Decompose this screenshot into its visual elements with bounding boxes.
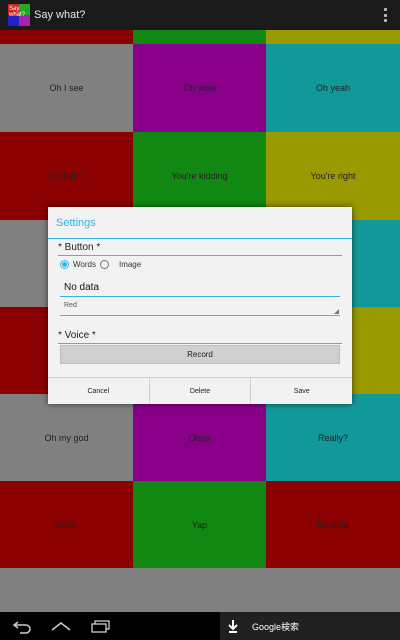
- grid-cell[interactable]: Yap: [133, 481, 266, 568]
- grid-cell[interactable]: Oh wow: [133, 44, 266, 132]
- dialog-button-bar: Cancel Delete Save: [48, 377, 352, 404]
- grid-cell[interactable]: Oops: [133, 394, 266, 481]
- grid-cell[interactable]: Wow: [0, 481, 133, 568]
- app-title: Say what?: [34, 9, 86, 21]
- save-button[interactable]: Save: [251, 378, 352, 404]
- settings-dialog: Settings * Button * Words Image Red * Vo…: [48, 207, 352, 404]
- action-bar: Say what? Say what?: [0, 0, 400, 30]
- button-section-header: * Button *: [58, 242, 101, 253]
- color-spinner[interactable]: Red: [60, 302, 340, 316]
- home-icon[interactable]: [50, 618, 72, 634]
- voice-section-header: * Voice *: [58, 330, 96, 341]
- radio-image-label: Image: [118, 260, 142, 269]
- grid-cell[interactable]: Oh my god: [0, 394, 133, 481]
- grid-cell[interactable]: Oh yeah: [266, 44, 400, 132]
- grid-cell[interactable]: Really?: [266, 394, 400, 481]
- delete-button[interactable]: Delete: [150, 378, 252, 404]
- button-type-radio-group: Words Image: [60, 260, 141, 269]
- grid-cell[interactable]: No data: [266, 481, 400, 568]
- spinner-arrow-icon: [334, 309, 339, 314]
- app-icon-text: Say what?: [9, 6, 26, 18]
- radio-words[interactable]: [60, 260, 69, 269]
- app-icon: Say what?: [8, 4, 30, 26]
- radio-words-label: Words: [73, 260, 96, 269]
- voice-section-divider: [58, 343, 342, 344]
- download-icon: [228, 620, 238, 633]
- empty-area: [0, 568, 400, 612]
- button-section-divider: [58, 255, 342, 256]
- overflow-menu-icon[interactable]: [384, 8, 388, 22]
- grid-cell[interactable]: [0, 30, 133, 44]
- button-text-input[interactable]: [60, 279, 340, 297]
- color-spinner-value: Red: [64, 302, 77, 309]
- google-search-bar[interactable]: Google検索: [220, 612, 400, 640]
- cancel-button[interactable]: Cancel: [48, 378, 150, 404]
- grid-cell[interactable]: [133, 30, 266, 44]
- record-button[interactable]: Record: [60, 345, 340, 364]
- dialog-title: Settings: [48, 207, 352, 239]
- recent-apps-icon[interactable]: [90, 618, 112, 634]
- google-search-label: Google検索: [252, 621, 300, 632]
- grid-cell[interactable]: [266, 30, 400, 44]
- back-icon[interactable]: [12, 618, 32, 634]
- grid-cell[interactable]: Oh I see: [0, 44, 133, 132]
- radio-image[interactable]: [99, 260, 109, 269]
